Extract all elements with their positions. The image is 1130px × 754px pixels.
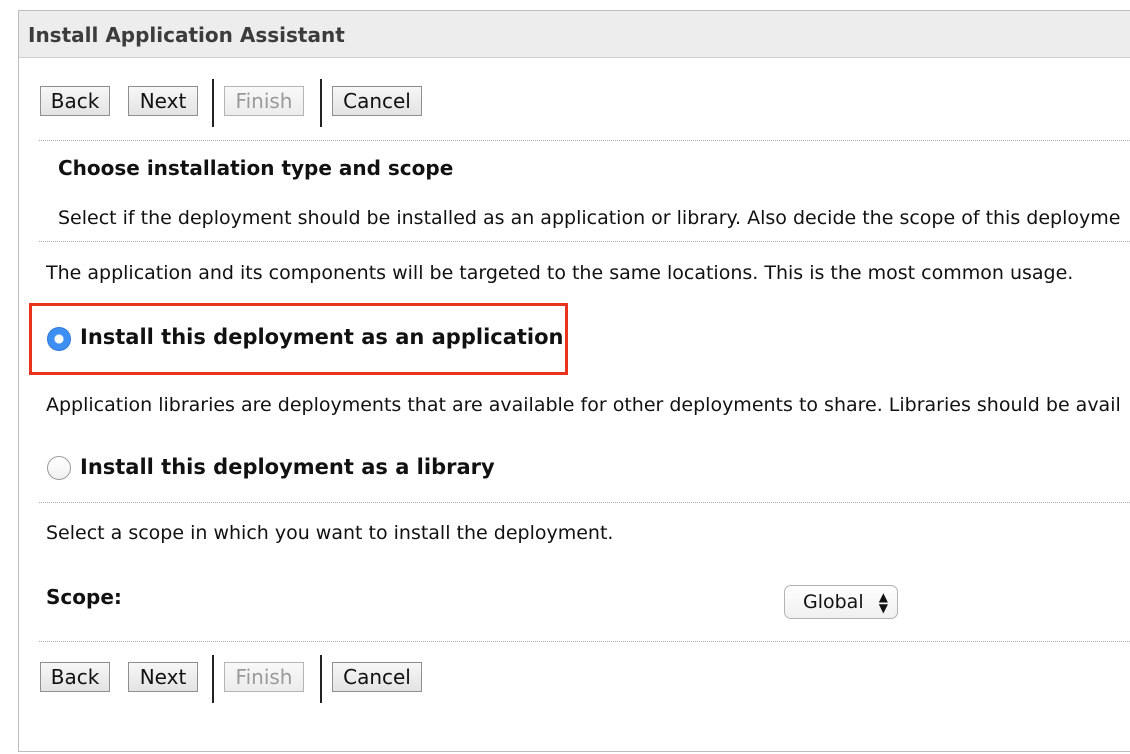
divider	[39, 502, 1130, 503]
scope-label: Scope:	[46, 585, 122, 609]
next-button[interactable]: Next	[128, 662, 198, 692]
divider	[39, 241, 1130, 242]
title-bar: Install Application Assistant	[19, 11, 1130, 58]
section-description: Select if the deployment should be insta…	[58, 207, 1121, 229]
library-description: Application libraries are deployments th…	[46, 394, 1121, 416]
button-separator	[212, 655, 214, 703]
scope-description: Select a scope in which you want to inst…	[46, 522, 614, 544]
divider	[39, 641, 1130, 642]
back-button[interactable]: Back	[40, 86, 110, 116]
finish-button: Finish	[224, 86, 304, 116]
application-radio[interactable]	[47, 327, 71, 351]
section-heading: Choose installation type and scope	[58, 156, 454, 180]
finish-button: Finish	[224, 662, 304, 692]
top-button-bar: Back Next Finish Cancel	[0, 79, 440, 129]
scope-select-value: Global	[803, 591, 864, 613]
application-radio-label[interactable]: Install this deployment as an applicatio…	[80, 325, 564, 349]
library-radio-label[interactable]: Install this deployment as a library	[80, 455, 495, 479]
next-button[interactable]: Next	[128, 86, 198, 116]
back-button[interactable]: Back	[40, 662, 110, 692]
divider	[39, 140, 1130, 141]
cancel-button[interactable]: Cancel	[332, 662, 422, 692]
scope-select[interactable]: Global ▲ ▼	[784, 585, 898, 619]
button-separator	[212, 79, 214, 127]
application-description: The application and its components will …	[46, 262, 1074, 284]
cancel-button[interactable]: Cancel	[332, 86, 422, 116]
up-down-arrows-icon: ▲ ▼	[878, 590, 888, 615]
bottom-button-bar: Back Next Finish Cancel	[0, 655, 440, 705]
button-separator	[320, 655, 322, 703]
library-radio[interactable]	[47, 456, 71, 480]
button-separator	[320, 79, 322, 127]
page-title: Install Application Assistant	[28, 23, 345, 47]
